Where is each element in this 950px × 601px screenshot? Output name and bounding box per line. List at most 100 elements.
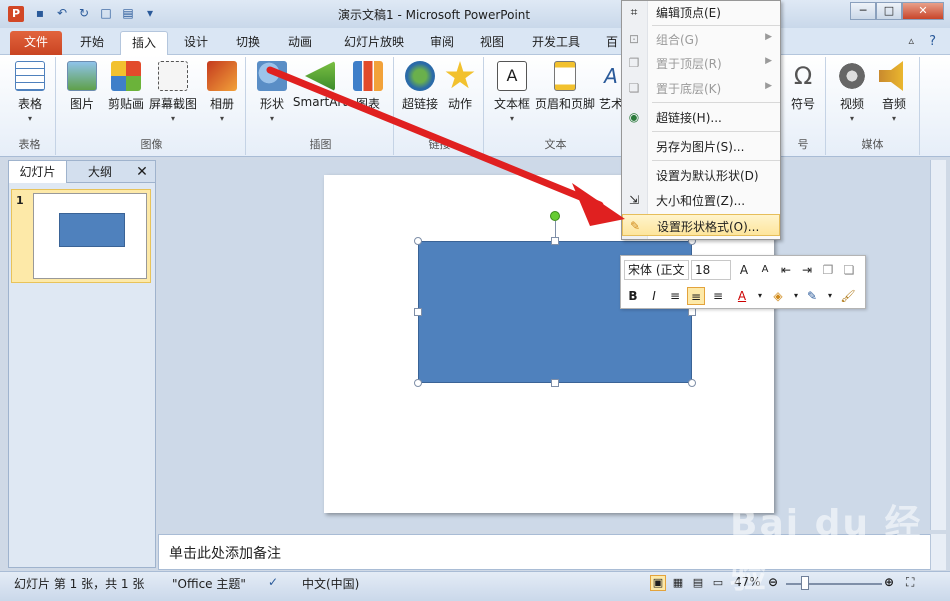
slide-thumbnail-1[interactable]: 1 — [11, 189, 151, 283]
group-text: A 文本框 ▾ 页眉和页脚 A 艺术 文本 — [486, 57, 626, 155]
align-center-icon[interactable]: ≡ — [687, 287, 705, 305]
edit-points-icon: ⌗ — [630, 5, 638, 19]
ribbon-insert: 表格 ▾ 表格 图片 剪贴画 屏幕截图 ▾ 相册 ▾ 图像 形状 ▾ Smart… — [0, 55, 950, 157]
smartart-button[interactable]: SmartArt — [292, 61, 348, 109]
resize-handle-right[interactable] — [688, 308, 696, 316]
workspace-scrollbar[interactable] — [930, 160, 946, 530]
video-button[interactable]: 视频 ▾ — [832, 61, 872, 123]
menu-item-edit-points[interactable]: ⌗ 编辑顶点(E) — [622, 1, 780, 23]
minimize-icon[interactable]: ─ — [850, 2, 876, 20]
tab-slideshow[interactable]: 幻灯片放映 — [334, 31, 414, 55]
slide-sorter-icon[interactable]: ▦ — [670, 575, 686, 591]
send-backward-icon[interactable]: ❏ — [840, 261, 858, 279]
theme-status[interactable]: "Office 主题" — [172, 575, 246, 592]
font-name-field[interactable]: 宋体 (正文 — [624, 260, 689, 280]
tab-review[interactable]: 审阅 — [418, 31, 466, 55]
screenshot-button[interactable]: 屏幕截图 ▾ — [148, 61, 198, 123]
symbol-button[interactable]: Ω 符号 — [783, 61, 823, 112]
group-label-symbols: 号 — [797, 138, 809, 151]
tab-developer[interactable]: 开发工具 — [522, 31, 590, 55]
tab-view[interactable]: 视图 — [468, 31, 516, 55]
resize-handle-left[interactable] — [414, 308, 422, 316]
menu-item-send-to-back[interactable]: ❏ 置于底层(K) ▶ — [622, 77, 780, 99]
undo-icon[interactable]: ↶ — [54, 5, 70, 21]
tab-design[interactable]: 设计 — [172, 31, 220, 55]
tab-file[interactable]: 文件 — [10, 31, 62, 55]
bring-to-front-icon: ❐ — [628, 56, 640, 70]
menu-item-group[interactable]: ⊡ 组合(G) ▶ — [622, 28, 780, 50]
shrink-font-icon[interactable]: A — [756, 261, 774, 279]
close-panel-icon[interactable]: ✕ — [131, 161, 153, 183]
clipart-button[interactable]: 剪贴画 — [104, 61, 148, 112]
bold-icon[interactable]: B — [624, 287, 642, 305]
ribbon-tabs: 文件 开始 插入 设计 切换 动画 幻灯片放映 审阅 视图 开发工具 百 ▵ ? — [0, 28, 950, 55]
increase-indent-icon[interactable]: ⇥ — [798, 261, 816, 279]
resize-handle-bottom-left[interactable] — [414, 379, 422, 387]
reading-view-icon[interactable]: ▤ — [690, 575, 706, 591]
menu-item-save-as-picture[interactable]: 另存为图片(S)... — [622, 135, 780, 157]
minimize-ribbon-icon[interactable]: ▵ — [908, 34, 914, 47]
menu-item-bring-to-front[interactable]: ❐ 置于顶层(R) ▶ — [622, 52, 780, 74]
font-color-icon[interactable]: A — [733, 287, 751, 305]
decrease-indent-icon[interactable]: ⇤ — [777, 261, 795, 279]
open-folder-icon[interactable]: ▤ — [120, 5, 136, 21]
menu-item-size-position[interactable]: ⇲ 大小和位置(Z)... — [622, 189, 780, 211]
audio-button[interactable]: 音频 ▾ — [874, 61, 914, 123]
slides-panel: 幻灯片 大纲 ✕ 1 — [8, 160, 156, 568]
maximize-icon[interactable]: □ — [876, 2, 902, 20]
close-window-icon[interactable]: ✕ — [902, 2, 944, 20]
format-painter-icon[interactable]: 🖌 — [839, 287, 857, 305]
menu-item-hyperlink[interactable]: ◉ 超链接(H)... — [622, 106, 780, 128]
action-button[interactable]: 动作 — [442, 61, 478, 112]
bring-forward-icon[interactable]: ❐ — [819, 261, 837, 279]
group-table: 表格 ▾ 表格 — [4, 57, 56, 155]
tab-slides[interactable]: 幻灯片 — [9, 161, 67, 183]
rotation-handle[interactable] — [550, 211, 560, 221]
italic-icon[interactable]: I — [645, 287, 663, 305]
table-button[interactable]: 表格 ▾ — [8, 61, 52, 123]
resize-handle-bottom[interactable] — [551, 379, 559, 387]
align-left-icon[interactable]: ≡ — [666, 287, 684, 305]
help-icon[interactable]: ? — [929, 34, 936, 49]
font-color-dropdown-icon[interactable]: ▾ — [751, 287, 769, 305]
thumbnail-preview — [33, 193, 147, 279]
chart-button[interactable]: 图表 — [348, 61, 388, 112]
header-footer-button[interactable]: 页眉和页脚 — [534, 61, 596, 112]
save-icon[interactable]: ▪ — [32, 5, 48, 21]
slideshow-icon[interactable]: ▭ — [710, 575, 726, 591]
table-icon — [15, 61, 45, 91]
tab-insert[interactable]: 插入 — [120, 31, 168, 55]
grow-font-icon[interactable]: A — [735, 261, 753, 279]
submenu-arrow-icon: ▶ — [765, 56, 772, 66]
menu-item-format-shape[interactable]: ✎ 设置形状格式(O)... — [622, 214, 780, 236]
menu-item-set-default-shape[interactable]: 设置为默认形状(D) — [622, 164, 780, 186]
align-right-icon[interactable]: ≡ — [709, 287, 727, 305]
hyperlink-button[interactable]: 超链接 — [400, 61, 440, 112]
textbox-button[interactable]: A 文本框 ▾ — [490, 61, 534, 123]
customize-qat-icon[interactable]: ▾ — [142, 5, 158, 21]
shape-outline-dropdown-icon[interactable]: ▾ — [821, 287, 839, 305]
group-label-media: 媒体 — [861, 138, 884, 151]
tab-home[interactable]: 开始 — [68, 31, 116, 55]
tab-outline[interactable]: 大纲 — [75, 161, 125, 183]
photo-album-button[interactable]: 相册 ▾ — [202, 61, 242, 123]
resize-handle-bottom-right[interactable] — [688, 379, 696, 387]
powerpoint-app-icon[interactable]: P — [8, 6, 24, 22]
spellcheck-icon[interactable]: ✓ — [268, 575, 278, 589]
resize-handle-top-left[interactable] — [414, 237, 422, 245]
shape-fill-icon[interactable]: ◈ — [769, 287, 787, 305]
resize-handle-top[interactable] — [551, 237, 559, 245]
notes-placeholder: 单击此处添加备注 — [169, 546, 281, 562]
normal-view-icon[interactable]: ▣ — [650, 575, 666, 591]
tab-animations[interactable]: 动画 — [276, 31, 324, 55]
group-illustrations: 形状 ▾ SmartArt 图表 插图 — [248, 57, 394, 155]
shapes-button[interactable]: 形状 ▾ — [252, 61, 292, 123]
font-size-field[interactable]: 18 — [691, 260, 731, 280]
language-status[interactable]: 中文(中国) — [302, 575, 359, 592]
new-file-icon[interactable]: □ — [98, 5, 114, 21]
shape-outline-icon[interactable]: ✎ — [803, 287, 821, 305]
picture-button[interactable]: 图片 — [62, 61, 102, 112]
tab-transitions[interactable]: 切换 — [224, 31, 272, 55]
film-reel-icon — [837, 61, 867, 91]
redo-icon[interactable]: ↻ — [76, 5, 92, 21]
